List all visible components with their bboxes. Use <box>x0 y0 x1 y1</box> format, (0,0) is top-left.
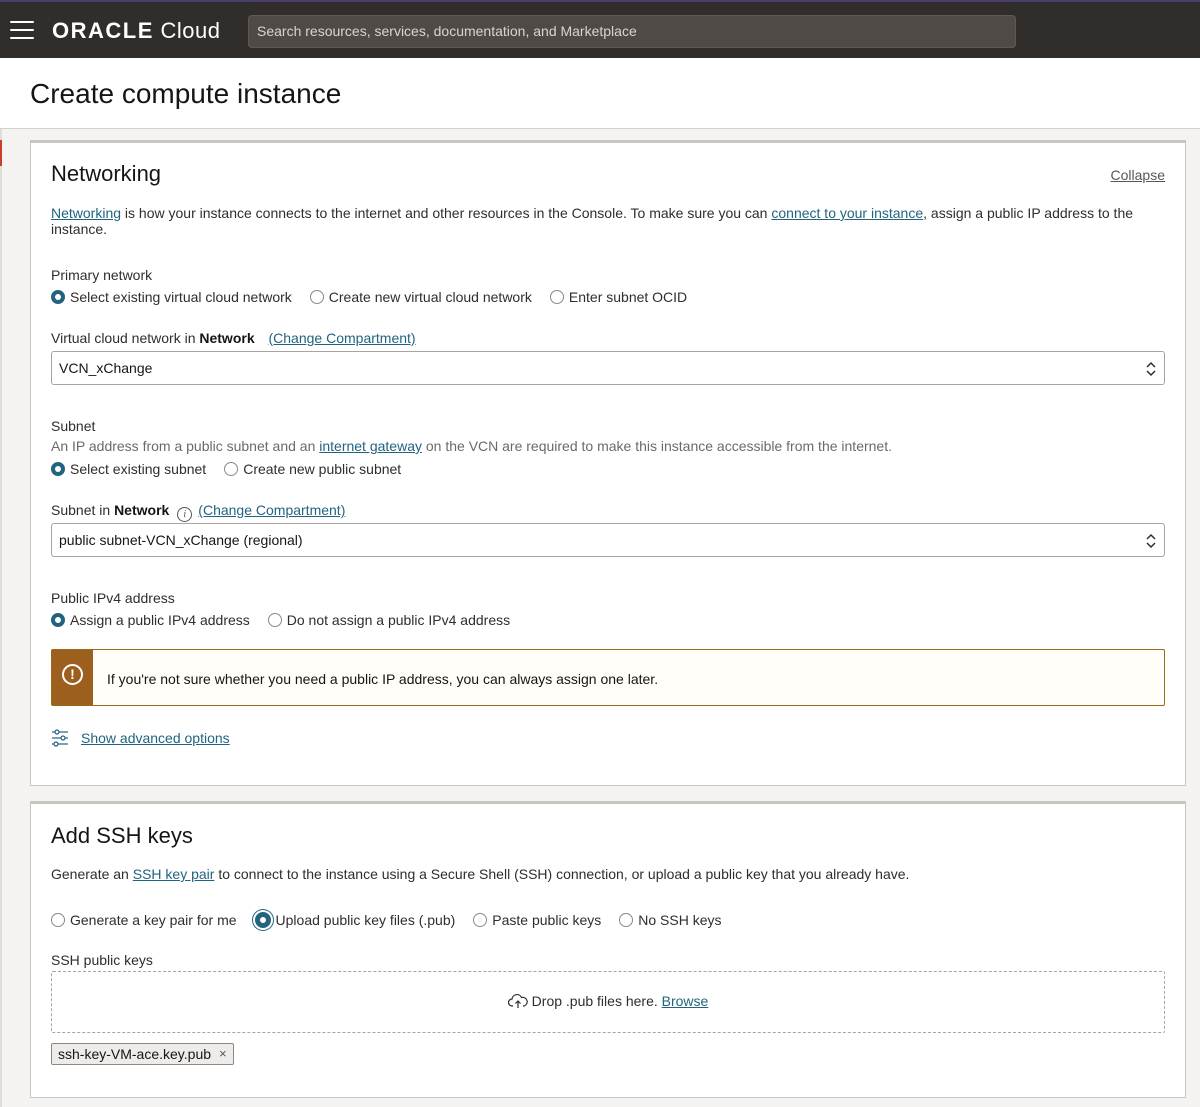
page-header: Create compute instance <box>0 58 1200 129</box>
collapse-link[interactable]: Collapse <box>1111 167 1165 183</box>
ssh-keys-section: Add SSH keys Generate an SSH key pair to… <box>30 801 1186 1098</box>
ipv4-label: Public IPv4 address <box>51 590 175 606</box>
networking-intro: Networking is how your instance connects… <box>51 205 1134 237</box>
subnet-description: An IP address from a public subnet and a… <box>51 438 892 454</box>
ssh-public-keys-label: SSH public keys <box>51 952 153 968</box>
subnet-radio-group: Select existing subnet Create new public… <box>51 459 419 479</box>
ssh-key-pair-link[interactable]: SSH key pair <box>133 866 215 882</box>
ssh-key-dropzone[interactable]: Drop .pub files here. Browse <box>51 971 1165 1033</box>
networking-doc-link[interactable]: Networking <box>51 205 121 221</box>
connect-instance-link[interactable]: connect to your instance <box>771 205 923 221</box>
internet-gateway-link[interactable]: internet gateway <box>319 438 422 454</box>
radio-indicator[interactable] <box>51 913 65 927</box>
radio-indicator[interactable] <box>51 290 65 304</box>
subnet-change-compartment-link[interactable]: (Change Compartment) <box>198 502 345 518</box>
top-navigation-bar: ORACLE Cloud Search resources, services,… <box>0 0 1200 58</box>
vcn-select[interactable]: VCN_xChange <box>51 351 1165 385</box>
radio-select-existing-subnet[interactable]: Select existing subnet <box>51 461 206 477</box>
radio-create-new-subnet[interactable]: Create new public subnet <box>224 461 401 477</box>
networking-title: Networking <box>51 161 162 186</box>
public-ip-warning: ! If you're not sure whether you need a … <box>51 649 1165 706</box>
radio-create-new-vcn[interactable]: Create new virtual cloud network <box>309 289 532 305</box>
ssh-intro: Generate an SSH key pair to connect to t… <box>51 866 910 882</box>
cloud-upload-icon <box>507 994 528 1008</box>
ssh-option-radio-group: Generate a key pair for me Upload public… <box>51 910 740 930</box>
subnet-select-label: Subnet in Network i (Change Compartment) <box>51 502 346 522</box>
left-edge <box>0 129 2 1107</box>
radio-indicator[interactable] <box>51 462 65 476</box>
radio-no-public-ipv4[interactable]: Do not assign a public IPv4 address <box>267 612 510 628</box>
page-title: Create compute instance <box>30 78 342 109</box>
radio-indicator[interactable] <box>254 912 271 928</box>
subnet-select[interactable]: public subnet-VCN_xChange (regional) <box>51 523 1165 557</box>
ssh-key-file-chip: ssh-key-VM-ace.key.pub × <box>51 1043 234 1065</box>
sliders-icon <box>52 729 68 747</box>
radio-no-ssh-keys[interactable]: No SSH keys <box>619 912 722 928</box>
primary-network-radio-group: Select existing virtual cloud network Cr… <box>51 287 705 307</box>
hamburger-icon[interactable] <box>10 21 34 39</box>
warning-text: If you're not sure whether you need a pu… <box>107 671 659 687</box>
show-advanced-options-link[interactable]: Show advanced options <box>81 730 230 746</box>
networking-section: Networking Collapse Networking is how yo… <box>30 140 1186 786</box>
radio-generate-key-pair[interactable]: Generate a key pair for me <box>51 912 237 928</box>
radio-paste-public-keys[interactable]: Paste public keys <box>473 912 601 928</box>
left-edge-marker <box>0 140 2 166</box>
show-advanced-options[interactable]: Show advanced options <box>51 727 230 749</box>
remove-file-icon[interactable]: × <box>219 1044 227 1064</box>
file-chip-label: ssh-key-VM-ace.key.pub <box>58 1046 212 1062</box>
subnet-label: Subnet <box>51 418 96 434</box>
ssh-keys-title: Add SSH keys <box>51 823 193 848</box>
oracle-cloud-logo[interactable]: ORACLE Cloud <box>52 18 221 44</box>
radio-indicator[interactable] <box>224 462 239 476</box>
info-icon[interactable]: i <box>177 507 193 522</box>
radio-indicator[interactable] <box>51 613 65 627</box>
vcn-label: Virtual cloud network in Network (Change… <box>51 330 416 346</box>
radio-indicator[interactable] <box>549 290 564 304</box>
radio-indicator[interactable] <box>619 913 634 927</box>
warning-strip: ! <box>52 650 93 705</box>
radio-enter-subnet-ocid[interactable]: Enter subnet OCID <box>549 289 687 305</box>
browse-link[interactable]: Browse <box>662 993 709 1009</box>
radio-select-existing-vcn[interactable]: Select existing virtual cloud network <box>51 289 292 305</box>
radio-indicator[interactable] <box>473 913 488 927</box>
radio-indicator[interactable] <box>309 290 324 304</box>
warning-icon: ! <box>62 664 83 685</box>
radio-assign-public-ipv4[interactable]: Assign a public IPv4 address <box>51 612 250 628</box>
global-search-input[interactable]: Search resources, services, documentatio… <box>248 15 1016 48</box>
radio-upload-public-key[interactable]: Upload public key files (.pub) <box>254 912 455 928</box>
radio-indicator[interactable] <box>267 613 282 627</box>
select-caret-icon <box>1146 361 1156 377</box>
select-caret-icon <box>1146 533 1156 549</box>
vcn-change-compartment-link[interactable]: (Change Compartment) <box>269 330 416 346</box>
ipv4-radio-group: Assign a public IPv4 address Do not assi… <box>51 610 528 630</box>
primary-network-label: Primary network <box>51 267 153 283</box>
